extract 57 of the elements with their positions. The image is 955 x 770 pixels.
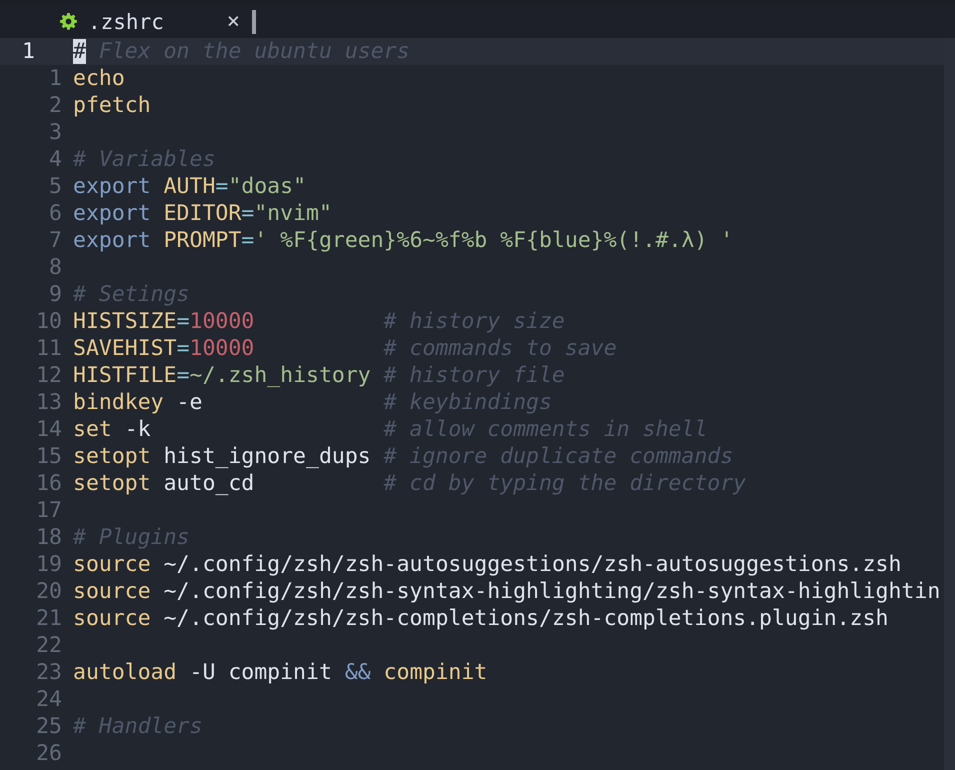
line-number: 1 xyxy=(21,39,36,64)
line-number: 13 xyxy=(35,390,62,415)
code-text: set -k xyxy=(73,417,152,442)
code-text: echo xyxy=(73,66,125,91)
code-comment: # commands to save xyxy=(384,336,617,361)
line-number: 3 xyxy=(48,120,62,145)
line-number: 10 xyxy=(35,309,62,334)
code-text: bindkey -e xyxy=(73,390,204,415)
code-comment: # allow comments in shell xyxy=(384,417,708,442)
code-text: export EDITOR="nvim" xyxy=(73,201,332,226)
line-number: 9 xyxy=(48,282,62,307)
line-number: 19 xyxy=(35,552,62,577)
code-text: # Variables xyxy=(73,147,216,172)
code-text: autoload -U compinit && compinit xyxy=(73,660,488,685)
line-number: 25 xyxy=(35,714,62,739)
line-number: 8 xyxy=(48,255,62,280)
close-button[interactable]: × xyxy=(226,9,240,34)
code-text: # Setings xyxy=(73,282,190,307)
line-number: 15 xyxy=(35,444,62,469)
code-text: HISTFILE=~/.zsh_history xyxy=(73,363,372,388)
code-comment: # history size xyxy=(384,309,565,334)
code-text: export AUTH="doas" xyxy=(73,174,306,199)
code-text: pfetch xyxy=(73,93,151,118)
code-comment: # cd by typing the directory xyxy=(384,471,746,496)
line-number: 14 xyxy=(35,417,62,442)
line-number: 6 xyxy=(48,201,62,226)
gear-icon xyxy=(60,13,77,30)
line-number: 23 xyxy=(35,660,62,685)
code-text: # Plugins xyxy=(73,525,190,550)
code-comment: # ignore duplicate commands xyxy=(384,444,734,469)
line-number: 18 xyxy=(35,525,62,550)
code-text: setopt hist_ignore_dups xyxy=(73,444,372,469)
line-number: 16 xyxy=(35,471,62,496)
tab-title: .zshrc xyxy=(88,10,164,34)
code-comment: # keybindings xyxy=(384,390,552,415)
line-number: 20 xyxy=(35,579,62,604)
line-number: 1 xyxy=(48,66,62,91)
code-text: HISTSIZE=10000 xyxy=(73,309,256,334)
code-text: # Handlers xyxy=(73,714,202,739)
line-number: 21 xyxy=(35,606,62,631)
code-comment: # history file xyxy=(384,363,565,388)
code-text: SAVEHIST=10000 xyxy=(73,336,256,361)
line-number: 11 xyxy=(35,336,62,361)
line-number: 5 xyxy=(48,174,62,199)
line-number: 17 xyxy=(35,498,62,523)
line-number: 24 xyxy=(35,687,62,712)
code-text: source ~/.config/zsh/zsh-autosuggestions/zsh-autosuggestions.zsh xyxy=(73,552,902,577)
code-text: export PROMPT=' %F{green}%6~%f%b %F{blue}%(!.#.λ) ' xyxy=(73,228,734,253)
line-number: 4 xyxy=(48,147,62,172)
code-text: setopt auto_cd xyxy=(73,471,256,496)
code-text: source ~/.config/zsh/zsh-completions/zsh-completions.plugin.zsh xyxy=(73,606,888,631)
line-number: 12 xyxy=(35,363,62,388)
line-number: 26 xyxy=(35,741,62,766)
code-text: source ~/.config/zsh/zsh-syntax-highlighting/zsh-syntax-highlightin xyxy=(73,579,940,604)
line-number: 2 xyxy=(48,93,62,118)
line-number: 22 xyxy=(35,633,62,658)
line-number: 7 xyxy=(48,228,62,253)
